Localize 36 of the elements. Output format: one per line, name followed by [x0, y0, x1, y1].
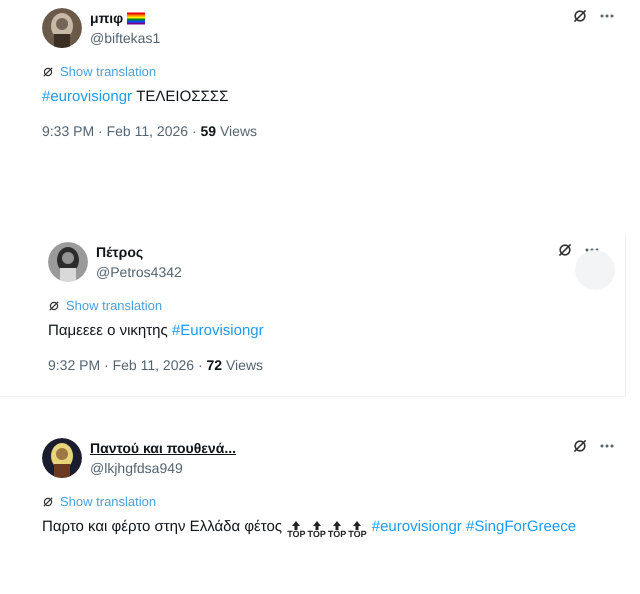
user-handle[interactable]: @Petros4342: [96, 262, 549, 282]
slashed-circle-icon[interactable]: [557, 242, 573, 258]
show-translation-link[interactable]: Show translation: [60, 62, 156, 82]
top-emoji: TOP: [308, 521, 326, 539]
arrow-up-icon: [333, 521, 342, 530]
arrow-up-icon: [353, 521, 362, 530]
tweet-text: Παρτο και φέρτο στην Ελλάδα φέτος: [42, 518, 284, 535]
tweet-text: Παμεεεε ο νικητης: [48, 322, 169, 339]
user-handle[interactable]: @biftekas1: [90, 28, 564, 48]
arrow-up-icon: [292, 521, 300, 530]
user-handle[interactable]: @lkjhgfdsa949: [90, 458, 564, 478]
slashed-circle-icon[interactable]: [572, 8, 588, 24]
display-name[interactable]: μπιφ: [90, 8, 124, 28]
top-emoji: TOP: [287, 521, 306, 539]
slashed-circle-icon[interactable]: [572, 438, 588, 454]
timestamp-views: 9:32 PM · Feb 11, 2026 · 72 Views: [48, 356, 264, 375]
display-name[interactable]: Πέτρος: [96, 242, 144, 262]
timestamp-views: 9:33 PM · Feb 11, 2026 · 59 Views: [42, 122, 258, 141]
slashed-circle-icon[interactable]: [48, 300, 60, 312]
hover-highlight: [575, 250, 615, 290]
rainbow-flag-icon: [127, 12, 146, 24]
top-emoji: TOP: [348, 521, 367, 539]
hashtag-link[interactable]: #SingForGreece: [466, 518, 576, 535]
top-emoji: TOP: [328, 521, 346, 539]
more-icon[interactable]: [600, 444, 614, 448]
show-translation-link[interactable]: Show translation: [60, 492, 156, 512]
tweet-text: ΤΕΛΕΙΟΣΣΣΣ: [135, 88, 228, 105]
slashed-circle-icon[interactable]: [42, 496, 54, 508]
hashtag-link[interactable]: #Eurovisiongr: [172, 322, 264, 339]
show-translation-link[interactable]: Show translation: [66, 296, 162, 316]
slashed-circle-icon[interactable]: [42, 66, 54, 78]
arrow-up-icon: [312, 521, 321, 530]
display-name[interactable]: Παντού και πουθενά...: [90, 438, 236, 458]
hashtag-link[interactable]: #eurovisiongr: [42, 88, 132, 105]
hashtag-link[interactable]: #eurovisiongr: [372, 518, 462, 535]
more-icon[interactable]: [600, 14, 614, 18]
